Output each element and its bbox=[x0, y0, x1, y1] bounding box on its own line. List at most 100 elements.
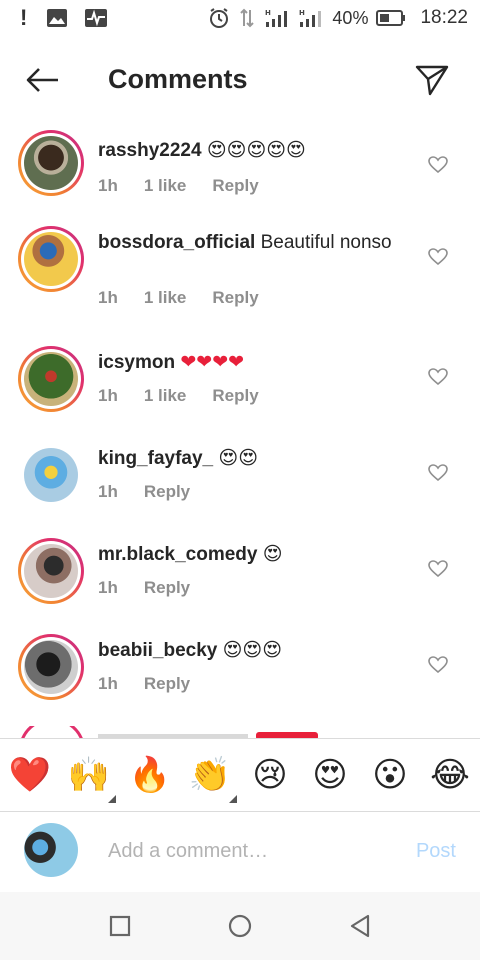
svg-text:H: H bbox=[265, 9, 271, 17]
comment-likes[interactable]: 1 like bbox=[144, 176, 187, 196]
triangle-back-icon bbox=[350, 914, 370, 938]
reply-button[interactable]: Reply bbox=[144, 674, 190, 694]
comment-item: icsymon ❤❤❤❤ 1h 1 like Reply bbox=[0, 344, 480, 440]
comment-meta: 1h Reply bbox=[98, 578, 190, 598]
comment-meta: 1h Reply bbox=[98, 482, 190, 502]
comment-time: 1h bbox=[98, 578, 118, 597]
heart-outline-icon bbox=[428, 560, 448, 578]
reply-button[interactable]: Reply bbox=[212, 386, 258, 406]
comment-item: bossdora_official Beautiful nonso 1h 1 l… bbox=[0, 224, 480, 344]
heart-outline-icon bbox=[428, 368, 448, 386]
like-button[interactable] bbox=[426, 366, 450, 388]
arrow-left-icon bbox=[26, 68, 58, 92]
skin-tone-indicator bbox=[229, 795, 237, 803]
like-button[interactable] bbox=[426, 154, 450, 176]
comment-text: mr.black_comedy 😍 bbox=[98, 542, 398, 567]
comment-time: 1h bbox=[98, 482, 118, 501]
header: Comments bbox=[0, 52, 480, 108]
alarm-icon bbox=[208, 7, 230, 29]
reply-button[interactable]: Reply bbox=[212, 176, 258, 196]
comment-text: king_fayfay_ 😍😍 bbox=[98, 446, 398, 471]
like-button[interactable] bbox=[426, 654, 450, 676]
comment-likes[interactable]: 1 like bbox=[144, 386, 187, 406]
activity-icon bbox=[84, 8, 108, 28]
avatar[interactable] bbox=[18, 634, 84, 700]
signal-icon: H bbox=[264, 8, 290, 28]
emoji-quick-bar: ❤️ 🙌 🔥 👏 😢 😍 😮 😂 bbox=[0, 738, 480, 812]
next-comment-peek bbox=[0, 717, 480, 738]
comment-input[interactable] bbox=[108, 834, 398, 868]
comment-username[interactable]: mr.black_comedy bbox=[98, 544, 257, 565]
comment-body: Beautiful nonso bbox=[255, 232, 392, 253]
reply-button[interactable]: Reply bbox=[212, 288, 258, 308]
comment-emoji: ❤❤❤❤ bbox=[180, 351, 245, 373]
recent-apps-button[interactable] bbox=[100, 910, 140, 942]
battery-percent: 40% bbox=[332, 7, 369, 28]
comment-composer: Post bbox=[0, 812, 480, 892]
comment-text: bossdora_official Beautiful nonso bbox=[98, 230, 398, 255]
back-nav-button[interactable] bbox=[340, 910, 380, 942]
emoji-clap-button[interactable]: 👏 bbox=[188, 751, 232, 799]
comment-item: king_fayfay_ 😍😍 1h Reply bbox=[0, 440, 480, 536]
direct-send-icon bbox=[415, 65, 449, 96]
avatar bbox=[24, 823, 78, 877]
clock: 18:22 bbox=[420, 7, 468, 28]
avatar[interactable] bbox=[18, 442, 84, 508]
battery-icon bbox=[376, 9, 406, 27]
comment-text: rasshy2224 😍😍😍😍😍 bbox=[98, 138, 398, 163]
comment-item: beabii_becky 😍😍😍 1h Reply bbox=[0, 632, 480, 728]
like-button[interactable] bbox=[426, 246, 450, 268]
comment-text: icsymon ❤❤❤❤ bbox=[98, 350, 398, 375]
comment-text: beabii_becky 😍😍😍 bbox=[98, 638, 398, 663]
comment-time: 1h bbox=[98, 288, 118, 307]
image-icon bbox=[46, 8, 68, 28]
skin-tone-indicator bbox=[108, 795, 116, 803]
avatar[interactable] bbox=[18, 346, 84, 412]
emoji-laughing-button[interactable]: 😂 bbox=[428, 751, 472, 799]
emoji-heart-eyes-button[interactable]: 😍 bbox=[308, 751, 352, 799]
heart-outline-icon bbox=[428, 156, 448, 174]
page-title: Comments bbox=[108, 64, 248, 94]
emoji-surprised-button[interactable]: 😮 bbox=[368, 751, 412, 799]
heart-outline-icon bbox=[428, 656, 448, 674]
svg-text:H: H bbox=[299, 9, 305, 17]
comment-username[interactable]: king_fayfay_ bbox=[98, 448, 213, 469]
comment-time: 1h bbox=[98, 674, 118, 693]
comment-item: mr.black_comedy 😍 1h Reply bbox=[0, 536, 480, 632]
home-button[interactable] bbox=[220, 910, 260, 942]
emoji-raised-hands-button[interactable]: 🙌 bbox=[67, 751, 111, 799]
avatar[interactable] bbox=[18, 538, 84, 604]
navigation-bar bbox=[0, 892, 480, 960]
like-button[interactable] bbox=[426, 558, 450, 580]
post-button[interactable]: Post bbox=[416, 840, 456, 863]
comment-item: rasshy2224 😍😍😍😍😍 1h 1 like Reply bbox=[0, 128, 480, 228]
alert-icon: ! bbox=[20, 5, 28, 30]
back-button[interactable] bbox=[24, 64, 60, 96]
signal-icon: H bbox=[298, 8, 324, 28]
reply-button[interactable]: Reply bbox=[144, 482, 190, 502]
comment-username[interactable]: bossdora_official bbox=[98, 232, 255, 253]
comment-time: 1h bbox=[98, 176, 118, 195]
comment-username[interactable]: rasshy2224 bbox=[98, 140, 202, 161]
share-button[interactable] bbox=[412, 60, 452, 100]
comment-emoji: 😍😍 bbox=[218, 447, 259, 469]
emoji-fire-button[interactable]: 🔥 bbox=[128, 751, 172, 799]
heart-outline-icon bbox=[428, 248, 448, 266]
comment-time: 1h bbox=[98, 386, 118, 405]
comments-list[interactable]: rasshy2224 😍😍😍😍😍 1h 1 like Reply bossdor… bbox=[0, 122, 480, 738]
comment-username[interactable]: icsymon bbox=[98, 352, 175, 373]
like-button[interactable] bbox=[426, 462, 450, 484]
avatar[interactable] bbox=[18, 130, 84, 196]
emoji-crying-button[interactable]: 😢 bbox=[248, 751, 292, 799]
comment-meta: 1h 1 like Reply bbox=[98, 386, 259, 406]
emoji-heart-button[interactable]: ❤️ bbox=[8, 751, 52, 799]
comment-meta: 1h 1 like Reply bbox=[98, 288, 259, 308]
comment-meta: 1h Reply bbox=[98, 674, 190, 694]
comment-emoji: 😍 bbox=[262, 543, 283, 565]
avatar[interactable] bbox=[18, 226, 84, 292]
comment-username[interactable]: beabii_becky bbox=[98, 640, 217, 661]
reply-button[interactable]: Reply bbox=[144, 578, 190, 598]
comment-likes[interactable]: 1 like bbox=[144, 288, 187, 308]
comment-emoji: 😍😍😍😍😍 bbox=[206, 139, 306, 161]
circle-icon bbox=[228, 914, 252, 938]
